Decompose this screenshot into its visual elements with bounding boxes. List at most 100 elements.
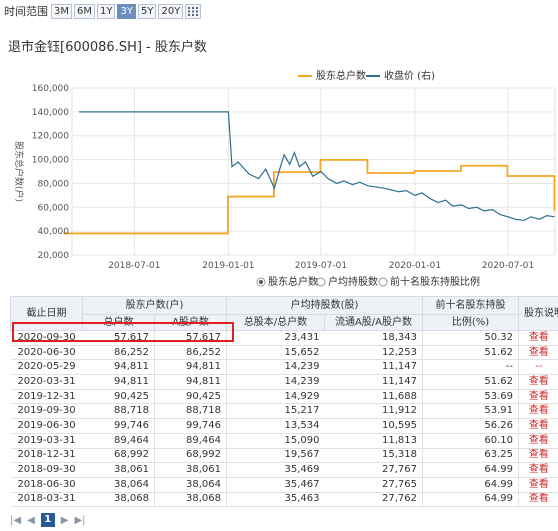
cell-avg-total: 14,239 bbox=[226, 359, 325, 376]
last-page-button[interactable]: ▶| bbox=[74, 515, 85, 526]
col-header-top10-ratio[interactable]: 比例(%) bbox=[422, 314, 519, 331]
col-group-avg-holding: 户均持股数(股) bbox=[226, 296, 423, 315]
legend: 股东总户数 收盘价 (右) bbox=[298, 69, 435, 82]
cell-top10: -- bbox=[422, 359, 519, 376]
col-header-total[interactable]: 总户数 bbox=[82, 314, 155, 331]
col-header-avg-total[interactable]: 总股本/总户数 bbox=[226, 314, 325, 331]
range-3m-button[interactable]: 3M bbox=[51, 3, 72, 19]
option-top10-ratio[interactable]: 前十名股东持股比例 bbox=[378, 275, 480, 288]
range-6m-button[interactable]: 6M bbox=[74, 3, 95, 19]
table-row[interactable]: 2020-09-30 57,617 57,617 23,431 18,343 50.32 查… bbox=[10, 330, 558, 346]
col-header-a-holders[interactable]: A股户数 bbox=[154, 314, 227, 331]
cell-notes-link[interactable]: 查看 bbox=[518, 433, 558, 449]
col-header-top10[interactable]: 前十名股东持股 bbox=[422, 296, 519, 315]
cell-total: 38,064 bbox=[82, 477, 155, 493]
cell-a-holders: 38,064 bbox=[154, 477, 227, 493]
cell-avg-total: 35,469 bbox=[226, 462, 325, 478]
table-row[interactable]: 2020-06-30 86,252 86,252 15,652 12,253 51.62 查… bbox=[10, 345, 558, 361]
cell-avg-total: 35,467 bbox=[226, 477, 325, 493]
table-row[interactable]: 2019-06-30 99,746 99,746 13,534 10,595 56.26 查… bbox=[10, 418, 558, 434]
col-group-holders: 股东户数(户) bbox=[82, 296, 227, 315]
y-tick-label: 140,000 bbox=[32, 108, 69, 118]
legend-holders-label: 股东总户数 bbox=[316, 69, 366, 82]
cell-total: 89,464 bbox=[82, 433, 155, 449]
option-total-holders[interactable]: 股东总户数 bbox=[256, 275, 318, 288]
x-tick-label: 2020-01-01 bbox=[389, 261, 441, 271]
cell-a-holders: 90,425 bbox=[154, 389, 227, 405]
cell-notes-link[interactable]: 查看 bbox=[518, 345, 558, 361]
cell-avg-float: 11,147 bbox=[324, 374, 423, 390]
cell-notes-link[interactable]: 查看 bbox=[518, 462, 558, 478]
table-row[interactable]: 2018-03-31 38,068 38,068 35,463 27,762 64.99 查… bbox=[10, 492, 558, 508]
next-page-button[interactable]: ▶ bbox=[61, 515, 69, 526]
cell-avg-total: 15,090 bbox=[226, 433, 325, 449]
cell-date: 2019-06-30 bbox=[10, 418, 83, 434]
cell-a-holders: 94,811 bbox=[154, 374, 227, 390]
table-row[interactable]: 2019-09-30 88,718 88,718 15,217 11,912 53.91 查… bbox=[10, 403, 558, 420]
prev-page-button[interactable]: ◀ bbox=[27, 515, 35, 526]
cell-total: 94,811 bbox=[82, 359, 155, 376]
holders-series-line bbox=[63, 158, 556, 235]
table-row[interactable]: 2020-05-29 94,811 94,811 14,239 11,147 -- -- bbox=[10, 359, 558, 376]
range-20y-button[interactable]: 20Y bbox=[158, 3, 184, 19]
table-row[interactable]: 2019-03-31 89,464 89,464 15,090 11,813 60.10 查… bbox=[10, 433, 558, 449]
y-tick-label: 40,000 bbox=[38, 227, 70, 237]
cell-a-holders: 94,811 bbox=[154, 359, 227, 376]
cell-notes-link[interactable]: 查看 bbox=[518, 477, 558, 493]
pagination: |◀ ◀ 1 ▶ ▶| bbox=[10, 513, 92, 527]
option-avg-holding[interactable]: 户均持股数 bbox=[316, 275, 378, 288]
option-total-holders-label: 股东总户数 bbox=[268, 275, 318, 288]
cell-a-holders: 38,061 bbox=[154, 462, 227, 478]
cell-a-holders: 38,068 bbox=[154, 492, 227, 508]
cell-date: 2018-06-30 bbox=[10, 477, 83, 493]
option-avg-holding-label: 户均持股数 bbox=[328, 275, 378, 288]
x-tick-label: 2019-01-01 bbox=[202, 261, 254, 271]
time-range-label: 时间范围 bbox=[4, 5, 48, 18]
cell-top10: 53.69 bbox=[422, 389, 519, 405]
y-tick-label: 160,000 bbox=[32, 84, 69, 94]
range-5y-button[interactable]: 5Y bbox=[137, 3, 157, 19]
cell-date: 2020-06-30 bbox=[10, 345, 83, 361]
cell-notes-link[interactable]: 查看 bbox=[518, 492, 558, 508]
col-header-date[interactable]: 截止日期 bbox=[10, 296, 83, 331]
cell-total: 38,068 bbox=[82, 492, 155, 508]
cell-total: 90,425 bbox=[82, 389, 155, 405]
col-header-avg-float[interactable]: 流通A股/A股户数 bbox=[324, 314, 423, 331]
range-1y-button[interactable]: 1Y bbox=[97, 3, 116, 19]
legend-price-label: 收盘价 (右) bbox=[384, 69, 435, 82]
cell-notes-link[interactable]: 查看 bbox=[518, 374, 558, 390]
cell-a-holders: 57,617 bbox=[154, 330, 227, 346]
cell-avg-total: 14,929 bbox=[226, 389, 325, 405]
cell-avg-total: 15,217 bbox=[226, 403, 325, 420]
cell-avg-float: 11,147 bbox=[324, 359, 423, 376]
first-page-button[interactable]: |◀ bbox=[10, 515, 21, 526]
y-tick-label: 100,000 bbox=[32, 156, 69, 166]
cell-notes-link[interactable]: 查看 bbox=[518, 403, 558, 420]
holders-table: 截止日期 股东户数(户) 户均持股数(股) 前十名股东持股 股东说明 总户数 A… bbox=[10, 296, 558, 508]
table-view-icon[interactable] bbox=[185, 3, 202, 19]
col-header-notes: 股东说明 bbox=[518, 296, 558, 331]
cell-avg-float: 18,343 bbox=[324, 330, 423, 346]
cell-notes-link[interactable]: 查看 bbox=[518, 418, 558, 434]
cell-top10: 64.99 bbox=[422, 492, 519, 508]
range-3y-button[interactable]: 3Y bbox=[117, 3, 136, 19]
cell-date: 2020-03-31 bbox=[10, 374, 83, 390]
table-row[interactable]: 2018-12-31 68,992 68,992 19,567 15,318 63.25 查… bbox=[10, 448, 558, 464]
cell-notes-link[interactable]: 查看 bbox=[518, 448, 558, 464]
cell-top10: 50.32 bbox=[422, 330, 519, 346]
cell-top10: 60.10 bbox=[422, 433, 519, 449]
cell-notes-link[interactable]: 查看 bbox=[518, 330, 558, 346]
cell-avg-total: 15,652 bbox=[226, 345, 325, 361]
cell-notes-link[interactable]: 查看 bbox=[518, 389, 558, 405]
cell-notes-link: -- bbox=[518, 359, 558, 376]
current-page[interactable]: 1 bbox=[40, 513, 55, 527]
cell-total: 94,811 bbox=[82, 374, 155, 390]
table-row[interactable]: 2020-03-31 94,811 94,811 14,239 11,147 51.62 查… bbox=[10, 374, 558, 390]
cell-date: 2018-03-31 bbox=[10, 492, 83, 508]
table-row[interactable]: 2018-06-30 38,064 38,064 35,467 27,765 64.99 查… bbox=[10, 477, 558, 493]
table-row[interactable]: 2018-09-30 38,061 38,061 35,469 27,767 64.99 查… bbox=[10, 462, 558, 478]
cell-date: 2020-09-30 bbox=[10, 330, 83, 346]
cell-date: 2019-09-30 bbox=[10, 403, 83, 420]
table-row[interactable]: 2019-12-31 90,425 90,425 14,929 11,688 53.69 查… bbox=[10, 389, 558, 405]
y-axis-title: 股东总户数(户) bbox=[13, 141, 25, 202]
